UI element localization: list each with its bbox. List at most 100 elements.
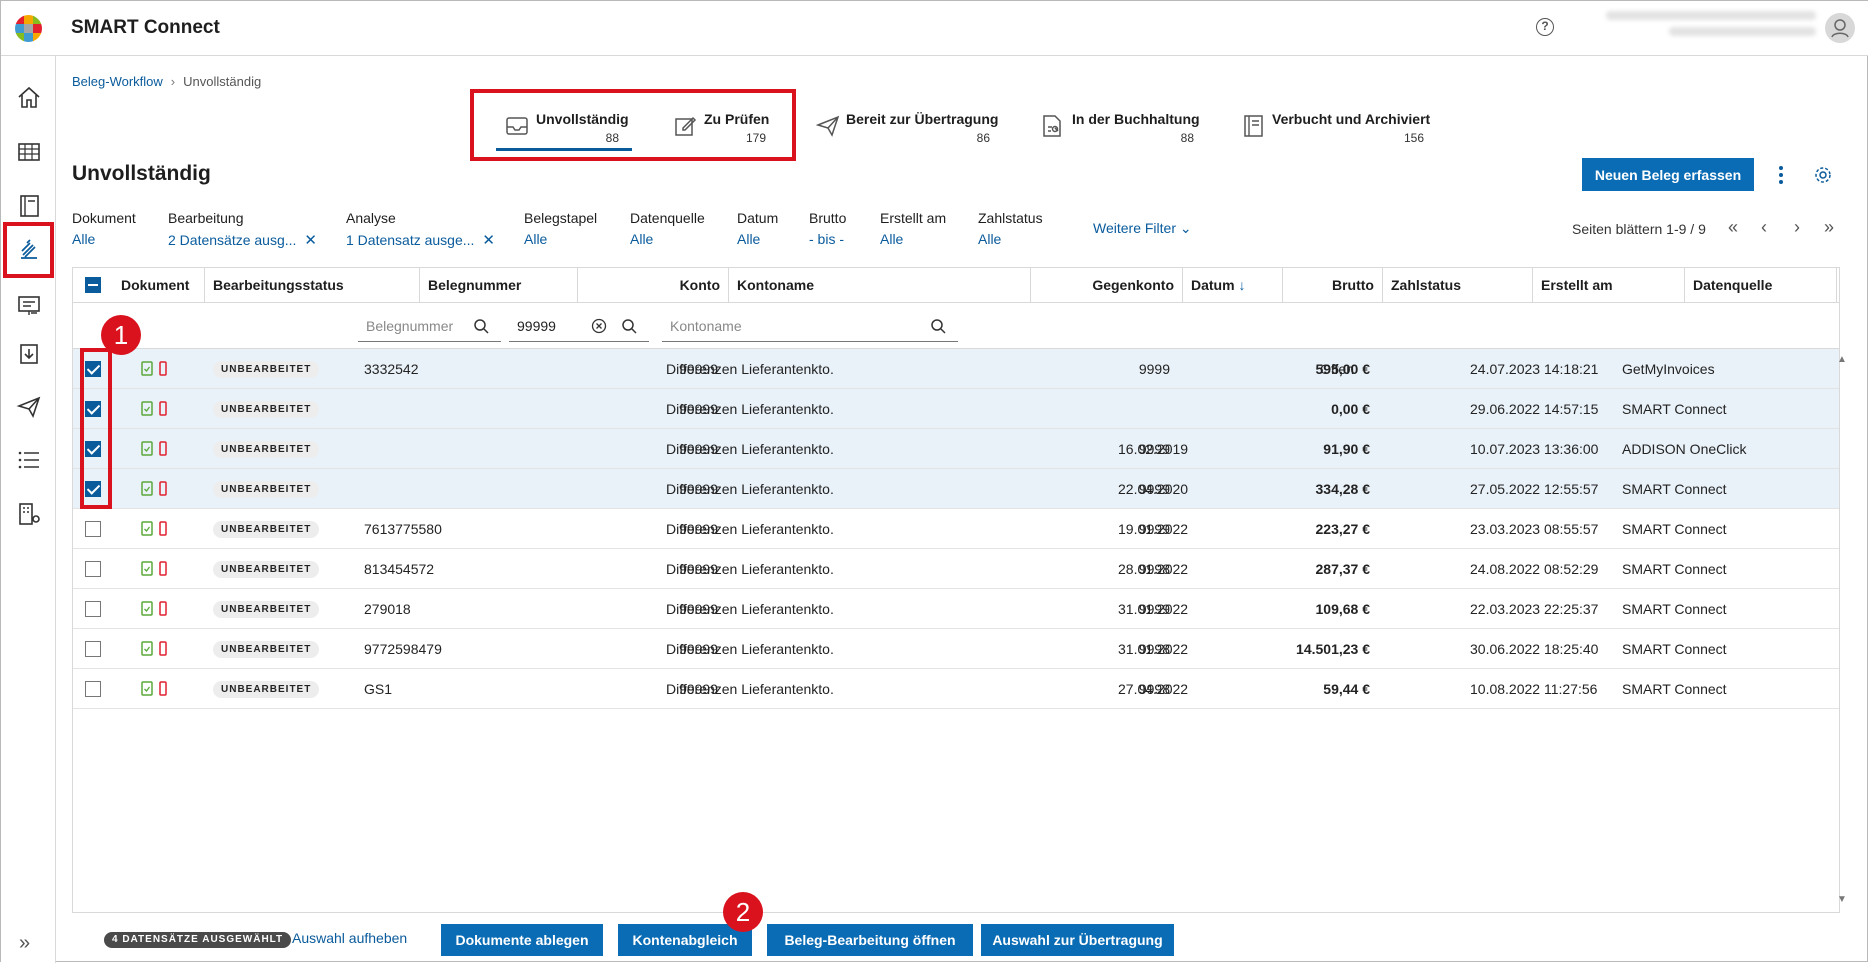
- expand-sidebar-icon[interactable]: »: [19, 932, 30, 955]
- row-checkbox[interactable]: [85, 641, 101, 657]
- filter-value[interactable]: 1 Datensatz ausge... ✕: [346, 231, 495, 249]
- table-search-row: Belegnummer 99999 Kontoname: [73, 303, 1839, 349]
- row-checkbox[interactable]: [85, 601, 101, 617]
- table-row[interactable]: UNBEARBEITET 7613775580 99999 Differenzen L…: [73, 509, 1839, 549]
- filter-belegstapel[interactable]: Belegstapel Alle: [524, 210, 597, 247]
- document-status-icon[interactable]: [141, 361, 171, 377]
- filter-analyse[interactable]: Analyse 1 Datensatz ausge... ✕: [346, 210, 495, 249]
- filter-value[interactable]: Alle: [524, 231, 597, 247]
- col-belegnummer[interactable]: Belegnummer: [420, 268, 578, 303]
- tab-verbucht-und-archiviert[interactable]: Verbucht und Archiviert 156: [1241, 105, 1430, 151]
- nav-import[interactable]: [7, 328, 50, 380]
- avatar[interactable]: [1825, 13, 1855, 43]
- clear-selection-link[interactable]: Auswahl aufheben: [292, 930, 407, 946]
- filter-datum[interactable]: Datum Alle: [737, 210, 778, 247]
- filter-zahlstatus[interactable]: Zahlstatus Alle: [978, 210, 1043, 247]
- kontoname-search-input[interactable]: Kontoname: [662, 312, 958, 342]
- tab-in-der-buchhaltung[interactable]: In der Buchhaltung 88: [1039, 105, 1200, 151]
- next-page-icon[interactable]: ›: [1794, 217, 1800, 238]
- tab-zu-pruefen[interactable]: Zu Prüfen 179: [673, 105, 773, 151]
- col-datenquelle[interactable]: Datenquelle: [1685, 268, 1837, 303]
- table-row[interactable]: UNBEARBEITET 813454572 99999 Differenzen Li…: [73, 549, 1839, 589]
- document-status-icon[interactable]: [141, 681, 171, 697]
- row-checkbox[interactable]: [85, 681, 101, 697]
- search-icon[interactable]: [621, 318, 637, 334]
- nav-beleg-workflow[interactable]: [3, 222, 54, 278]
- filter-datenquelle[interactable]: Datenquelle Alle: [630, 210, 705, 247]
- filter-value[interactable]: Alle: [737, 231, 778, 247]
- cell-zahlstatus: [1320, 389, 1440, 429]
- col-kontoname[interactable]: Kontoname: [729, 268, 1031, 303]
- nav-send[interactable]: [7, 381, 50, 433]
- user-info[interactable]: [1606, 11, 1816, 43]
- col-dokument[interactable]: Dokument: [113, 268, 205, 303]
- document-status-icon[interactable]: [141, 521, 171, 537]
- more-options-icon[interactable]: [1778, 166, 1784, 186]
- table-row[interactable]: UNBEARBEITET 99999 Differenzen Lieferanten…: [73, 469, 1839, 509]
- table-row[interactable]: UNBEARBEITET 99999 Differenzen Lieferanten…: [73, 389, 1839, 429]
- prev-page-icon[interactable]: ‹: [1761, 217, 1767, 238]
- filter-value[interactable]: Alle: [72, 231, 136, 247]
- col-datum[interactable]: Datum ↓: [1183, 268, 1283, 303]
- table-row[interactable]: UNBEARBEITET GS1 99999 Differenzen Lieferan…: [73, 669, 1839, 709]
- breadcrumb: Beleg-Workflow › Unvollständig: [72, 74, 261, 89]
- breadcrumb-root[interactable]: Beleg-Workflow: [72, 74, 163, 89]
- nav-settings[interactable]: [7, 488, 50, 540]
- step-marker-1: 1: [101, 315, 141, 355]
- filter-brutto[interactable]: Brutto - bis -: [809, 210, 846, 247]
- filter-value[interactable]: 2 Datensätze ausg... ✕: [168, 231, 317, 249]
- beleg-bearbeitung-oeffnen-button[interactable]: Beleg-Bearbeitung öffnen: [767, 924, 973, 956]
- col-brutto[interactable]: Brutto: [1283, 268, 1383, 303]
- nav-list[interactable]: [7, 434, 50, 486]
- status-badge: UNBEARBEITET: [213, 441, 320, 458]
- tab-unvollstaendig[interactable]: Unvollständig 88: [496, 105, 632, 151]
- close-icon[interactable]: ✕: [304, 232, 317, 249]
- search-icon[interactable]: [473, 318, 489, 334]
- filter-value[interactable]: Alle: [630, 231, 705, 247]
- tab-bereit-zur-uebertragung[interactable]: Bereit zur Übertragung 86: [815, 105, 998, 151]
- gear-icon[interactable]: [1813, 165, 1833, 185]
- more-filters-button[interactable]: Weitere Filter ⌄: [1093, 220, 1192, 237]
- dokumente-ablegen-button[interactable]: Dokumente ablegen: [441, 924, 603, 956]
- col-konto[interactable]: Konto: [578, 268, 729, 303]
- col-erstellt-am[interactable]: Erstellt am: [1533, 268, 1685, 303]
- auswahl-zur-uebertragung-button[interactable]: Auswahl zur Übertragung: [981, 924, 1174, 956]
- filter-value[interactable]: Alle: [978, 231, 1043, 247]
- table-row[interactable]: UNBEARBEITET 279018 99999 Differenzen Liefe…: [73, 589, 1839, 629]
- search-icon[interactable]: [930, 318, 946, 334]
- row-checkbox[interactable]: [85, 561, 101, 577]
- col-bearbeitungsstatus[interactable]: Bearbeitungsstatus: [205, 268, 420, 303]
- new-beleg-button[interactable]: Neuen Beleg erfassen: [1582, 158, 1754, 191]
- filter-dokument[interactable]: Dokument Alle: [72, 210, 136, 247]
- filter-value[interactable]: - bis -: [809, 231, 846, 247]
- belegnummer-search-input[interactable]: Belegnummer: [358, 312, 501, 342]
- document-status-icon[interactable]: [141, 441, 171, 457]
- document-status-icon[interactable]: [141, 481, 171, 497]
- table-row[interactable]: UNBEARBEITET 3332542 99999 Differenzen Lief…: [73, 349, 1839, 389]
- help-icon[interactable]: ?: [1536, 18, 1554, 36]
- document-status-icon[interactable]: [141, 561, 171, 577]
- nav-invoices[interactable]: [7, 280, 50, 332]
- table-row[interactable]: UNBEARBEITET 99999 Differenzen Lieferanten…: [73, 429, 1839, 469]
- col-zahlstatus[interactable]: Zahlstatus: [1383, 268, 1533, 303]
- document-status-icon[interactable]: [141, 641, 171, 657]
- konto-search-input[interactable]: 99999: [509, 312, 649, 342]
- col-gegenkonto[interactable]: Gegenkonto: [1031, 268, 1183, 303]
- scroll-up-icon[interactable]: ▲: [1837, 354, 1847, 365]
- nav-home[interactable]: [7, 72, 50, 124]
- first-page-icon[interactable]: «: [1728, 217, 1738, 238]
- nav-table[interactable]: [7, 126, 50, 178]
- filter-bearbeitung[interactable]: Bearbeitung 2 Datensätze ausg... ✕: [168, 210, 317, 249]
- last-page-icon[interactable]: »: [1824, 217, 1834, 238]
- close-icon[interactable]: ✕: [482, 232, 495, 249]
- select-all-checkbox[interactable]: [85, 277, 101, 293]
- row-checkbox[interactable]: [85, 521, 101, 537]
- document-status-icon[interactable]: [141, 401, 171, 417]
- table-row[interactable]: UNBEARBEITET 9772598479 99999 Differenzen L…: [73, 629, 1839, 669]
- document-status-icon[interactable]: [141, 601, 171, 617]
- clear-icon[interactable]: [591, 318, 607, 334]
- cell-zahlstatus: [1320, 469, 1440, 509]
- scroll-down-icon[interactable]: ▼: [1837, 894, 1847, 905]
- filter-erstellt-am[interactable]: Erstellt am Alle: [880, 210, 946, 247]
- filter-value[interactable]: Alle: [880, 231, 946, 247]
